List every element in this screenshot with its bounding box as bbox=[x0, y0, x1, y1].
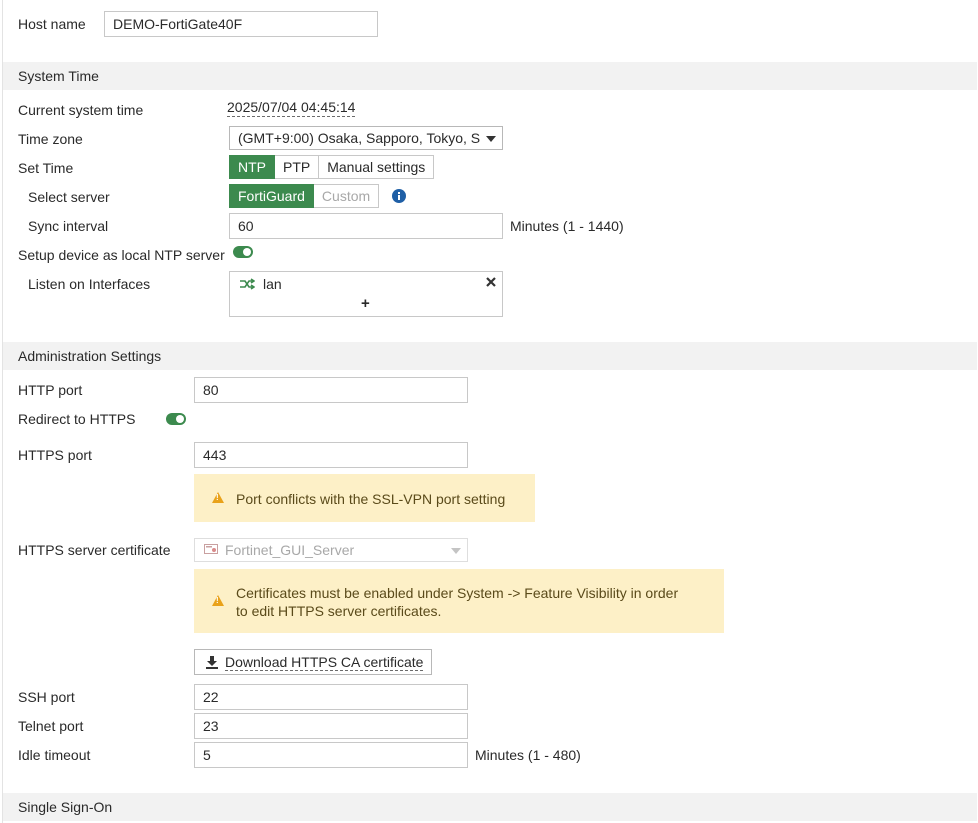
select-server-toggle: FortiGuard Custom bbox=[229, 184, 380, 208]
idle-timeout-unit: Minutes (1 - 480) bbox=[475, 747, 581, 763]
https-cert-label: HTTPS server certificate bbox=[18, 542, 171, 558]
https-cert-select: Fortinet_GUI_Server bbox=[194, 538, 468, 562]
set-time-label: Set Time bbox=[18, 160, 74, 176]
listen-interfaces-box[interactable]: lan + bbox=[229, 271, 503, 317]
server-option-custom: Custom bbox=[313, 184, 380, 208]
server-option-fortiguard[interactable]: FortiGuard bbox=[229, 184, 314, 208]
download-ca-cert-label: Download HTTPS CA certificate bbox=[225, 654, 424, 671]
interface-port-icon bbox=[240, 278, 255, 290]
listen-interfaces-label: Listen on Interfaces bbox=[28, 276, 151, 292]
timezone-select[interactable]: (GMT+9:00) Osaka, Sapporo, Tokyo, S bbox=[229, 126, 503, 150]
host-name-label: Host name bbox=[18, 16, 86, 32]
sync-interval-input[interactable]: 60 bbox=[229, 213, 503, 239]
set-time-option-ptp[interactable]: PTP bbox=[275, 155, 320, 179]
section-administration: Administration Settings bbox=[3, 342, 977, 370]
ssh-port-label: SSH port bbox=[18, 689, 75, 705]
telnet-port-input[interactable]: 23 bbox=[194, 713, 468, 739]
set-time-toggle: NTP PTP Manual settings bbox=[229, 155, 435, 179]
sync-interval-unit: Minutes (1 - 1440) bbox=[510, 218, 624, 234]
ssh-port-input[interactable]: 22 bbox=[194, 684, 468, 710]
http-port-input[interactable]: 80 bbox=[194, 377, 468, 403]
https-port-input[interactable]: 443 bbox=[194, 442, 468, 468]
download-icon bbox=[206, 656, 218, 669]
set-time-option-manual[interactable]: Manual settings bbox=[319, 155, 435, 179]
local-ntp-label: Setup device as local NTP server bbox=[18, 247, 225, 263]
sync-interval-label: Sync interval bbox=[28, 218, 109, 234]
https-cert-value: Fortinet_GUI_Server bbox=[225, 542, 355, 558]
info-icon[interactable] bbox=[392, 189, 406, 203]
host-name-input[interactable]: DEMO-FortiGate40F bbox=[104, 11, 378, 37]
section-system-time: System Time bbox=[3, 62, 977, 90]
timezone-value: (GMT+9:00) Osaka, Sapporo, Tokyo, S bbox=[238, 130, 481, 146]
certificate-icon bbox=[204, 544, 218, 554]
select-server-label: Select server bbox=[28, 189, 110, 205]
settings-panel bbox=[2, 0, 978, 823]
cert-warning: Certificates must be enabled under Syste… bbox=[194, 569, 724, 633]
redirect-https-toggle[interactable] bbox=[166, 413, 186, 425]
warning-icon bbox=[212, 595, 224, 606]
idle-timeout-label: Idle timeout bbox=[18, 747, 91, 763]
https-port-warning: Port conflicts with the SSL-VPN port set… bbox=[194, 474, 535, 522]
cert-warning-line1: Certificates must be enabled under Syste… bbox=[236, 585, 679, 601]
https-port-label: HTTPS port bbox=[18, 447, 92, 463]
add-interface-button[interactable]: + bbox=[361, 296, 370, 312]
current-time-value: 2025/07/04 04:45:14 bbox=[227, 99, 356, 117]
redirect-https-label: Redirect to HTTPS bbox=[18, 411, 136, 427]
chevron-down-icon bbox=[486, 136, 496, 142]
interface-item-lan: lan bbox=[263, 276, 282, 292]
https-port-warning-text: Port conflicts with the SSL-VPN port set… bbox=[236, 491, 506, 507]
idle-timeout-input[interactable]: 5 bbox=[194, 742, 468, 768]
cert-warning-line2: to edit HTTPS server certificates. bbox=[236, 603, 442, 619]
section-single-sign-on: Single Sign-On bbox=[3, 793, 977, 821]
current-time-label: Current system time bbox=[18, 102, 144, 118]
set-time-option-ntp[interactable]: NTP bbox=[229, 155, 275, 179]
local-ntp-toggle[interactable] bbox=[233, 246, 253, 258]
warning-icon bbox=[212, 492, 224, 503]
chevron-down-icon bbox=[451, 548, 461, 554]
close-icon[interactable] bbox=[486, 277, 496, 287]
download-ca-cert-button[interactable]: Download HTTPS CA certificate bbox=[194, 649, 433, 675]
timezone-label: Time zone bbox=[18, 131, 83, 147]
http-port-label: HTTP port bbox=[18, 382, 83, 398]
telnet-port-label: Telnet port bbox=[18, 718, 84, 734]
